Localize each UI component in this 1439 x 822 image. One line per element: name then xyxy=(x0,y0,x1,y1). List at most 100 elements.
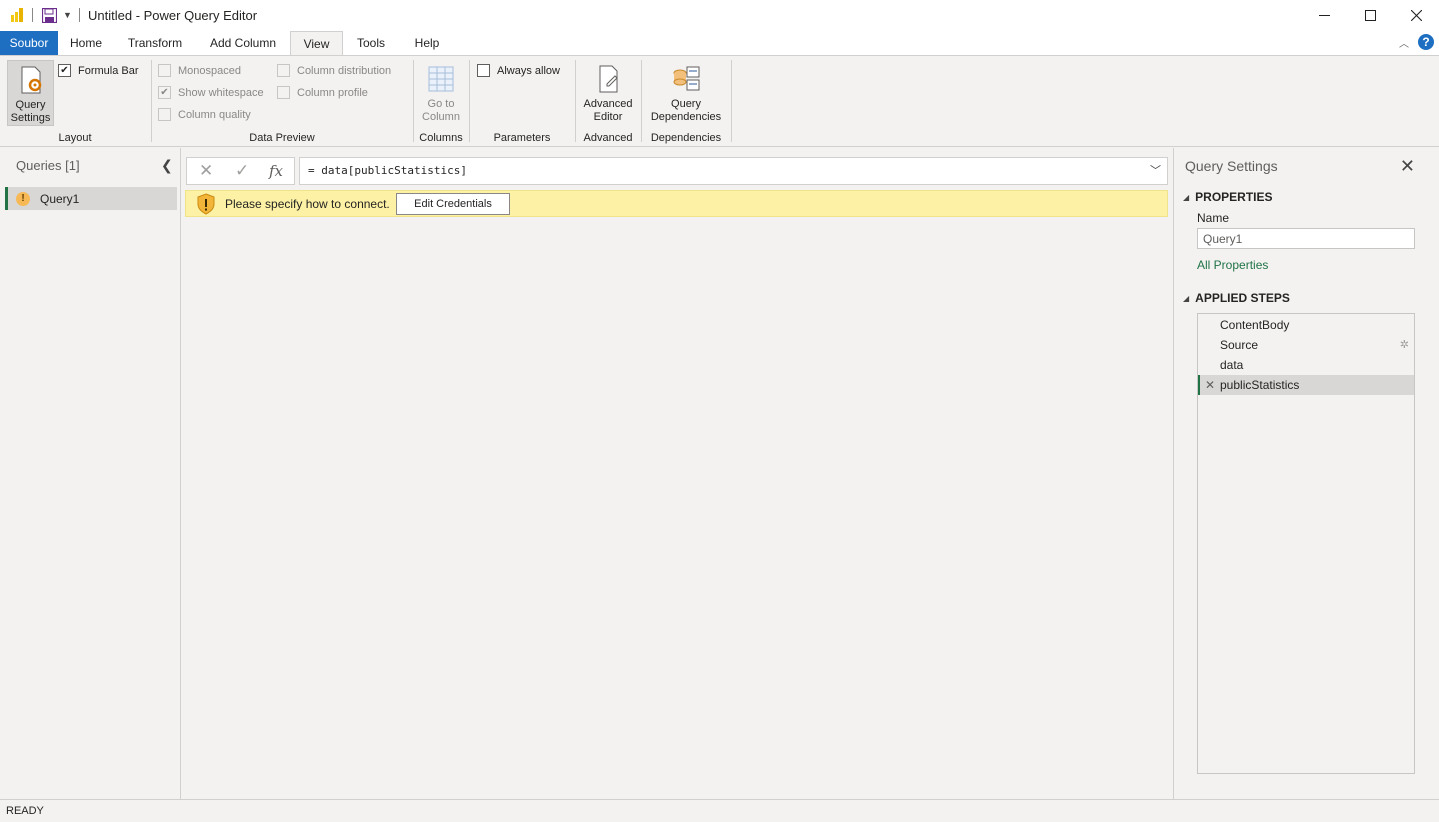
shield-warning-icon xyxy=(197,193,215,215)
quick-access-dropdown-icon[interactable]: ▼ xyxy=(63,10,72,20)
save-icon[interactable] xyxy=(42,8,57,23)
dependencies-group-label: Dependencies xyxy=(650,132,722,144)
formula-text: = data[publicStatistics] xyxy=(308,164,467,177)
show-whitespace-label: Show whitespace xyxy=(178,86,264,99)
status-bar: READY xyxy=(0,799,1439,822)
always-allow-label: Always allow xyxy=(497,64,560,77)
collapse-ribbon-icon[interactable]: ︿ xyxy=(1399,35,1409,50)
tab-view[interactable]: View xyxy=(290,31,343,56)
tab-home[interactable]: Home xyxy=(60,31,112,55)
checkbox-checked-icon: ✔ xyxy=(158,86,171,99)
step-label: ContentBody xyxy=(1220,318,1290,332)
warning-icon: ! xyxy=(16,191,30,206)
advanced-editor-icon xyxy=(599,65,618,93)
step-label: Source xyxy=(1220,338,1259,352)
column-distribution-label: Column distribution xyxy=(297,64,392,77)
formula-bar-buttons: ✕ ✓ fx xyxy=(186,157,295,185)
formula-bar-label: Formula Bar xyxy=(78,64,139,77)
maximize-icon xyxy=(1364,10,1376,21)
query-dependencies-icon xyxy=(673,66,700,91)
layout-group: Query Settings ✔ Formula Bar Layout xyxy=(0,56,150,147)
title-separator xyxy=(79,8,80,22)
applied-steps-heading: APPLIED STEPS xyxy=(1195,291,1290,305)
layout-group-label: Layout xyxy=(58,132,92,144)
applied-steps-list: ContentBody Source ✲ data ✕ publicStatis… xyxy=(1197,313,1415,774)
monospaced-checkbox[interactable]: Monospaced xyxy=(158,64,241,77)
column-distribution-checkbox[interactable]: Column distribution xyxy=(277,64,391,77)
minimize-button[interactable] xyxy=(1301,0,1347,31)
columns-group: Go to Column Columns xyxy=(414,56,468,147)
collapse-queries-icon[interactable]: ❮ xyxy=(161,157,173,174)
collapse-triangle-icon: ◢ xyxy=(1183,293,1190,303)
step-source[interactable]: Source ✲ xyxy=(1198,335,1414,355)
query-settings-label: Query Settings xyxy=(10,99,51,124)
tab-file[interactable]: Soubor xyxy=(0,31,58,55)
query-settings-icon xyxy=(21,66,41,94)
query-dependencies-label: Query Dependencies xyxy=(650,98,722,123)
column-profile-label: Column profile xyxy=(297,86,368,99)
step-label: data xyxy=(1220,358,1244,372)
query-settings-button[interactable]: Query Settings xyxy=(7,60,54,126)
credentials-banner: Please specify how to connect. Edit Cred… xyxy=(185,190,1168,217)
ribbon: Query Settings ✔ Formula Bar Layout Mono… xyxy=(0,55,1439,147)
applied-steps-section[interactable]: ◢ APPLIED STEPS xyxy=(1183,291,1290,305)
help-icon[interactable]: ? xyxy=(1418,34,1434,50)
tab-tools[interactable]: Tools xyxy=(350,31,392,55)
fx-icon[interactable]: fx xyxy=(269,162,283,180)
banner-message: Please specify how to connect. xyxy=(225,197,390,211)
step-data[interactable]: data xyxy=(1198,355,1414,375)
ribbon-tabs: Soubor Home Transform Add Column View To… xyxy=(0,31,1439,56)
ribbon-separator xyxy=(731,60,732,142)
always-allow-checkbox[interactable]: Always allow xyxy=(477,64,560,77)
close-button[interactable] xyxy=(1393,0,1439,31)
power-bi-logo-icon xyxy=(11,8,23,22)
tab-add-column[interactable]: Add Column xyxy=(200,31,286,55)
queries-pane: Queries [1] ❮ ! Query1 xyxy=(0,148,181,799)
formula-input[interactable]: = data[publicStatistics] ﹀ xyxy=(299,157,1168,185)
data-preview-group: Monospaced ✔ Show whitespace Column quali… xyxy=(152,56,412,147)
columns-group-label: Columns xyxy=(419,132,463,144)
parameters-group-label: Parameters xyxy=(493,132,551,144)
dependencies-group: Query Dependencies Dependencies xyxy=(642,56,730,147)
advanced-group-label: Advanced xyxy=(583,132,633,144)
advanced-editor-label: Advanced Editor xyxy=(583,98,633,123)
query-item-label: Query1 xyxy=(40,191,80,206)
formula-bar-checkbox[interactable]: ✔ Formula Bar xyxy=(58,64,139,77)
query-settings-pane: Query Settings ✕ ◢ PROPERTIES Name All P… xyxy=(1173,148,1439,799)
confirm-icon[interactable]: ✓ xyxy=(235,161,249,181)
window-title: Untitled - Power Query Editor xyxy=(88,8,258,23)
properties-section[interactable]: ◢ PROPERTIES xyxy=(1183,190,1273,204)
advanced-editor-button[interactable]: Advanced Editor xyxy=(578,64,638,124)
close-settings-icon[interactable]: ✕ xyxy=(1400,156,1415,177)
step-content-body[interactable]: ContentBody xyxy=(1198,315,1414,335)
name-label: Name xyxy=(1197,211,1230,225)
expand-formula-icon[interactable]: ﹀ xyxy=(1150,158,1161,184)
delete-step-icon[interactable]: ✕ xyxy=(1205,375,1215,395)
query-settings-title: Query Settings xyxy=(1185,158,1278,174)
title-bar: ▼ Untitled - Power Query Editor xyxy=(0,0,1439,31)
close-icon xyxy=(1410,10,1422,21)
go-to-column-icon xyxy=(428,66,454,92)
step-public-statistics[interactable]: ✕ publicStatistics xyxy=(1198,375,1414,395)
query-item[interactable]: ! Query1 xyxy=(5,187,177,210)
column-profile-checkbox[interactable]: Column profile xyxy=(277,86,368,99)
go-to-column-label: Go to Column xyxy=(422,98,460,123)
query-name-input[interactable] xyxy=(1197,228,1415,249)
step-label: publicStatistics xyxy=(1220,378,1300,392)
column-quality-checkbox[interactable]: Column quality xyxy=(158,108,251,121)
all-properties-link[interactable]: All Properties xyxy=(1197,258,1268,272)
cancel-icon[interactable]: ✕ xyxy=(199,161,213,181)
maximize-button[interactable] xyxy=(1347,0,1393,31)
show-whitespace-checkbox[interactable]: ✔ Show whitespace xyxy=(158,86,264,99)
queries-title: Queries [1] xyxy=(16,158,80,173)
tab-help[interactable]: Help xyxy=(405,31,449,55)
query-dependencies-button[interactable]: Query Dependencies xyxy=(644,64,728,124)
gear-icon[interactable]: ✲ xyxy=(1400,335,1409,355)
tab-transform[interactable]: Transform xyxy=(120,31,190,55)
title-separator xyxy=(32,8,33,22)
collapse-triangle-icon: ◢ xyxy=(1183,192,1190,202)
go-to-column-button[interactable]: Go to Column xyxy=(416,64,466,124)
edit-credentials-button[interactable]: Edit Credentials xyxy=(396,193,510,215)
advanced-group: Advanced Editor Advanced xyxy=(576,56,640,147)
column-quality-label: Column quality xyxy=(178,108,251,121)
